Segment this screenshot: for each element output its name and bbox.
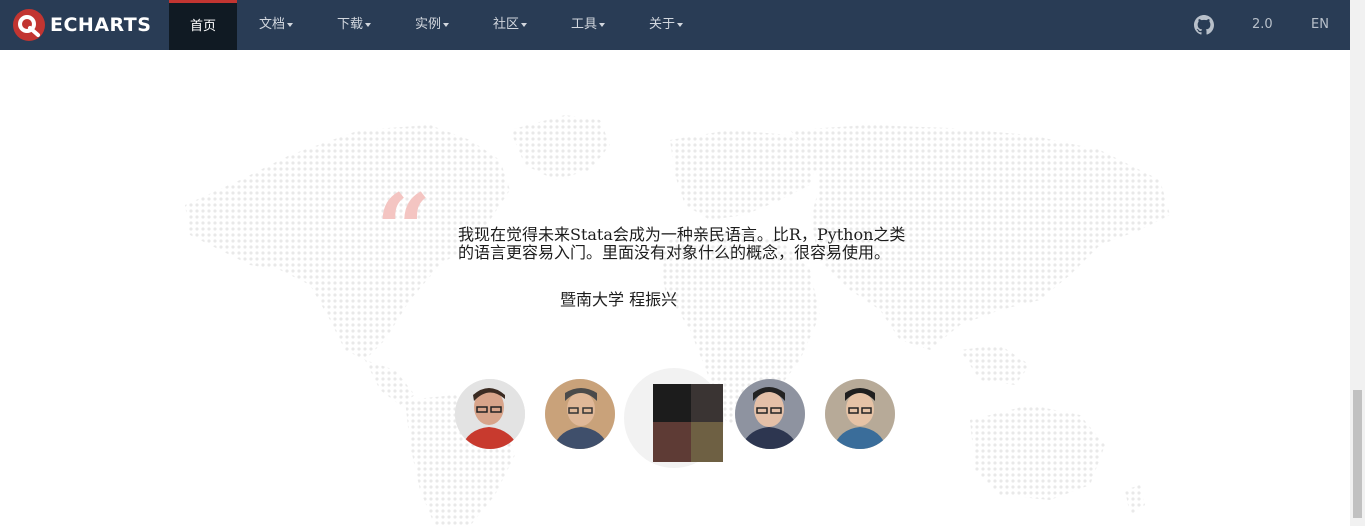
nav-item-docs[interactable]: 文档	[246, 0, 306, 50]
nav-item-label: 关于	[648, 17, 675, 32]
nav-item-label: 下载	[336, 17, 363, 32]
avatar-photo	[825, 379, 895, 449]
version-link[interactable]: 2.0	[1252, 0, 1273, 50]
nav-item-label: 工具	[570, 17, 597, 32]
scrollbar-thumb[interactable]	[1353, 390, 1362, 518]
brand-name: ECHARTS	[50, 14, 152, 36]
avatar-5[interactable]	[825, 379, 895, 449]
nav-item-home[interactable]: 首页	[169, 0, 237, 50]
testimonial-line-1: 我现在觉得未来Stata会成为一种亲民语言。比R，Python之类	[458, 225, 906, 244]
avatar-photo	[735, 379, 805, 449]
vertical-scrollbar[interactable]	[1350, 0, 1365, 526]
nav-item-label: 社区	[492, 17, 519, 32]
echarts-logo-icon	[13, 9, 45, 41]
testimonial-author: 暨南大学 程振兴	[560, 290, 678, 309]
nav-item-label: 首页	[189, 19, 216, 34]
caret-down-icon	[443, 22, 449, 27]
testimonial-line-2: 的语言更容易入门。里面没有对象什么的概念，很容易使用。	[458, 243, 891, 262]
caret-down-icon	[599, 22, 605, 27]
top-navbar: ECHARTS 首页 文档 下载 实例 社区 工具 关于 2.0 EN	[0, 0, 1350, 50]
nav-item-about[interactable]: 关于	[636, 0, 696, 50]
avatar-photo	[455, 379, 525, 449]
caret-down-icon	[677, 22, 683, 27]
github-icon[interactable]	[1194, 15, 1214, 35]
caret-down-icon	[365, 22, 371, 27]
quote-mark-icon: “	[376, 173, 432, 286]
nav-item-download[interactable]: 下载	[324, 0, 384, 50]
nav-item-community[interactable]: 社区	[480, 0, 540, 50]
avatar-1[interactable]	[455, 379, 525, 449]
language-switch[interactable]: EN	[1311, 0, 1329, 50]
nav-item-examples[interactable]: 实例	[402, 0, 462, 50]
echarts-logo[interactable]: ECHARTS	[13, 9, 151, 41]
caret-down-icon	[521, 22, 527, 27]
nav-item-tools[interactable]: 工具	[558, 0, 618, 50]
testimonial-text: 我现在觉得未来Stata会成为一种亲民语言。比R，Python之类 的语言更容易…	[458, 226, 978, 262]
avatar-3-photo-pixelated	[653, 384, 723, 462]
avatar-2[interactable]	[545, 379, 615, 449]
avatar-photo	[545, 379, 615, 449]
nav-item-label: 实例	[414, 17, 441, 32]
nav-item-label: 文档	[258, 17, 285, 32]
avatar-4[interactable]	[735, 379, 805, 449]
caret-down-icon	[287, 22, 293, 27]
